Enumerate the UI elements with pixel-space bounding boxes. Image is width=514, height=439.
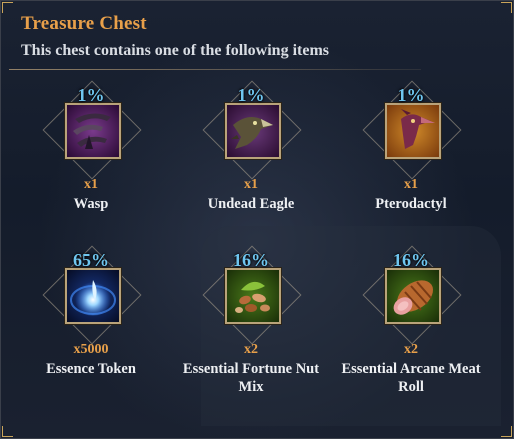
item-name: Essence Token — [46, 361, 136, 377]
item-name: Pterodactyl — [375, 196, 447, 212]
drop-chance: 16% — [233, 250, 269, 270]
treasure-chest-panel: Treasure Chest This chest contains one o… — [0, 0, 514, 439]
item-name: Undead Eagle — [207, 196, 295, 212]
corner-ornament — [2, 426, 13, 437]
corner-ornament — [501, 426, 512, 437]
drop-chance: 16% — [393, 250, 429, 270]
reward-item-pterodactyl[interactable]: 1% x1 Pterodactyl — [331, 80, 491, 235]
reward-item-nut-mix[interactable]: 16% x2 Essential Fortune Nut Mix — [171, 245, 331, 400]
corner-ornament — [2, 2, 13, 13]
pterodactyl-icon — [385, 103, 441, 159]
essence-token-icon — [65, 268, 121, 324]
item-name: Essential Arcane Meat Roll — [341, 361, 481, 395]
item-name: Essential Fortune Nut Mix — [182, 361, 320, 395]
item-name: Wasp — [73, 196, 109, 212]
drop-chance: 65% — [73, 250, 109, 270]
drop-chance: 1% — [397, 85, 425, 105]
meat-roll-icon — [385, 268, 441, 324]
nut-mix-icon — [225, 268, 281, 324]
reward-item-essence-token[interactable]: 65% x5000 Essence Token — [11, 245, 171, 400]
drop-chance: 1% — [237, 85, 265, 105]
panel-subtitle: This chest contains one of the following… — [21, 42, 329, 59]
reward-item-meat-roll[interactable]: 16% x2 Essential Arcane Meat Roll — [331, 245, 491, 400]
drop-chance: 1% — [77, 85, 105, 105]
panel-title: Treasure Chest — [21, 13, 147, 34]
title-divider — [9, 69, 421, 70]
wasp-icon — [65, 103, 121, 159]
reward-item-wasp[interactable]: 1% x1 Wasp — [11, 80, 171, 235]
undead-eagle-icon — [225, 103, 281, 159]
reward-item-undead-eagle[interactable]: 1% x1 Undead Eagle — [171, 80, 331, 235]
corner-ornament — [501, 2, 512, 13]
